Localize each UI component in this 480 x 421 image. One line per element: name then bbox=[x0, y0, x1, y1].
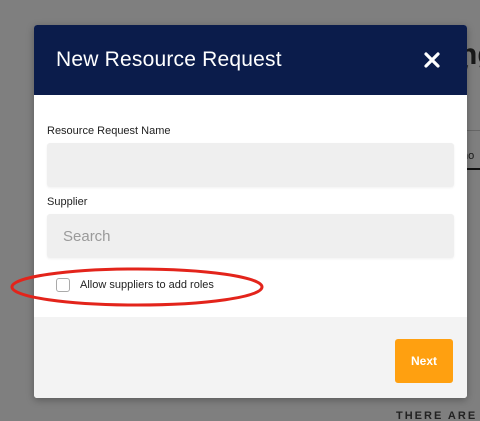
new-resource-request-modal: New Resource Request Resource Request Na… bbox=[34, 25, 467, 398]
next-button[interactable]: Next bbox=[395, 339, 453, 383]
modal-body: Resource Request Name Supplier Allow sup… bbox=[34, 125, 467, 292]
modal-header: New Resource Request bbox=[34, 25, 467, 95]
resource-request-name-input[interactable] bbox=[47, 143, 454, 187]
close-icon bbox=[424, 52, 440, 68]
allow-suppliers-checkbox-row[interactable]: Allow suppliers to add roles bbox=[56, 278, 454, 292]
modal-title: New Resource Request bbox=[56, 48, 282, 71]
modal-footer: Next bbox=[34, 317, 467, 398]
resource-request-name-label: Resource Request Name bbox=[47, 125, 171, 137]
allow-suppliers-label[interactable]: Allow suppliers to add roles bbox=[80, 279, 214, 291]
supplier-label: Supplier bbox=[47, 196, 88, 208]
allow-suppliers-checkbox[interactable] bbox=[56, 278, 70, 292]
supplier-search-input[interactable] bbox=[47, 214, 454, 258]
close-button[interactable] bbox=[419, 47, 445, 73]
